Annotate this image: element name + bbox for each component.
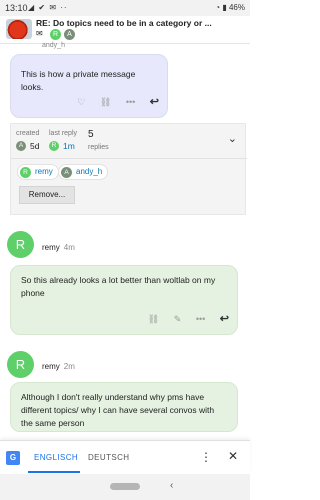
post-header: remy 4m [42,243,75,252]
link-icon[interactable]: ⛓ [100,97,111,107]
home-pill[interactable] [110,483,140,490]
replies-count: 5 [88,129,94,140]
post-actions: ♡ ⛓ ••• ↩ [65,96,159,109]
more-icon[interactable]: ••• [126,97,135,107]
active-tab-indicator [28,471,80,473]
participant-avatar: A [61,167,72,178]
post-bubble: So this already looks a lot better than … [10,265,238,335]
check-icon: ✔ [38,3,47,12]
wifi-icon: ◔ [215,3,221,12]
post-age[interactable]: 4m [64,243,75,252]
post-text: Although I don't really understand why p… [21,392,215,428]
participant-avatar-r[interactable]: R [50,29,61,40]
participant-avatar: R [20,167,31,178]
more-icon[interactable]: ••• [196,314,205,324]
topic-map: created A 5d last reply R 1m 5 replies ⌄… [10,123,247,215]
edit-icon[interactable]: ✎ [174,314,182,324]
signal-icon: ◢ [28,3,36,12]
link-icon[interactable]: ⛓ [148,314,159,324]
post-header: remy 2m [42,362,75,371]
status-icons: ◢ ✔ ✉ ·· [28,3,68,12]
battery-level: 46% [228,3,245,12]
created-label: created [16,130,40,137]
mail-icon: ✉ [49,3,58,12]
system-nav-bar: ‹ [0,474,250,500]
reply-icon[interactable]: ↩ [150,96,159,108]
remove-button[interactable]: Remove... [19,186,75,204]
envelope-icon: ✉ [36,29,43,38]
status-right: ◔ ▮ 46% [215,3,245,12]
chevron-down-icon[interactable]: ⌄ [228,132,237,145]
post-actions: ⛓ ✎ ••• ↩ [136,313,229,326]
site-logo[interactable] [6,19,32,39]
participant-name: andy_h [76,167,103,176]
status-bar: 13:10 ◢ ✔ ✉ ·· ◔ ▮ 46% [0,0,250,16]
status-time: 13:10 [5,3,28,13]
participant-name: remy [35,167,53,176]
more-vert-icon[interactable]: ⋮ [200,450,212,464]
message-text: This is how a private message looks. [21,69,136,92]
avatar[interactable]: R [7,351,34,378]
google-translate-icon: G [6,451,20,465]
translate-bar: G ENGLISCH DEUTSCH ⋮ ✕ [0,440,250,474]
last-reply-label: last reply [49,130,78,137]
created-value: 5d [30,141,40,151]
participant-avatar-a[interactable]: A [64,29,75,40]
topic-title[interactable]: RE: Do topics need to be in a category o… [36,18,246,28]
reply-icon[interactable]: ↩ [220,313,229,325]
participant-chip-andy[interactable]: A andy_h [58,164,109,180]
post-username[interactable]: remy [42,362,60,371]
language-tab-german[interactable]: DEUTSCH [88,453,129,462]
post-age[interactable]: 2m [64,362,75,371]
private-message-bubble: This is how a private message looks. ♡ ⛓… [10,54,168,118]
battery-icon: ▮ [222,3,227,12]
post-bubble: Although I don't really understand why p… [10,382,238,432]
topic-header: RE: Do topics need to be in a category o… [0,16,250,44]
last-reply-value[interactable]: 1m [63,141,75,151]
back-icon[interactable]: ‹ [170,480,173,491]
language-tab-english[interactable]: ENGLISCH [34,453,78,462]
participant-chip-remy[interactable]: R remy [17,164,59,180]
created-avatar[interactable]: A [16,141,26,151]
dots-icon: ·· [60,3,68,12]
like-icon[interactable]: ♡ [77,97,85,107]
last-reply-avatar[interactable]: R [49,141,59,151]
post-text: So this already looks a lot better than … [21,275,216,298]
replies-label: replies [88,144,109,151]
post-username[interactable]: remy [42,243,60,252]
avatar[interactable]: R [7,231,34,258]
topic-map-divider [11,158,247,159]
close-icon[interactable]: ✕ [228,449,238,463]
previous-post-username[interactable]: andy_h [42,42,65,49]
